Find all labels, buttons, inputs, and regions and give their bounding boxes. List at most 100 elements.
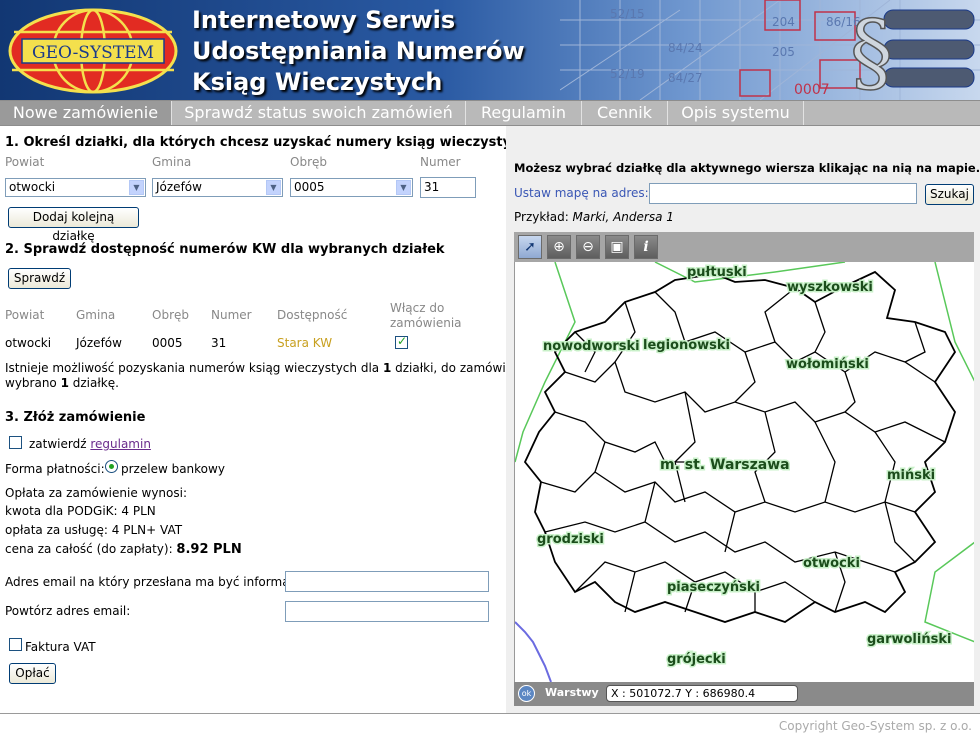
- regulations-link[interactable]: regulamin: [90, 437, 151, 451]
- accept-regulations-checkbox[interactable]: [9, 436, 22, 449]
- table-header-obreb: Obręb: [152, 308, 189, 322]
- table-header-dostepnosc: Dostępność: [277, 308, 348, 322]
- obreb-label: Obręb: [290, 155, 327, 169]
- map-label-warszawa: m. st. Warszawa: [660, 457, 790, 473]
- map-number-label: 0007: [794, 82, 830, 98]
- map-label-nowodworski: nowodworski: [543, 339, 640, 354]
- info-icon[interactable]: i: [634, 235, 658, 259]
- nav-new-order[interactable]: Nowe zamówienie: [0, 101, 172, 125]
- map-number-label: 204: [772, 15, 795, 29]
- section3-title: 3. Złóż zamówienie: [5, 410, 146, 425]
- section2-title: 2. Sprawdź dostępność numerów KW dla wyb…: [5, 242, 445, 257]
- include-in-order-checkbox[interactable]: [395, 334, 408, 349]
- gmina-select-value: Józefów: [156, 180, 202, 194]
- email-input[interactable]: [285, 571, 489, 592]
- zoom-extent-icon[interactable]: ▣: [605, 235, 629, 259]
- map-label-legionowski: legionowski: [643, 338, 730, 353]
- pointer-icon[interactable]: ➚: [518, 235, 542, 259]
- svg-text:§: §: [850, 3, 893, 100]
- map-label-piaseczynski: piaseczyński: [667, 580, 760, 595]
- gmina-select[interactable]: Józefów ▼: [152, 178, 283, 197]
- table-header-gmina: Gmina: [76, 308, 116, 322]
- map-view[interactable]: pułtuski wyszkowski nowodworski legionow…: [514, 262, 974, 682]
- site-title-line: Udostępniania Numerów: [192, 37, 525, 65]
- site-title-line: Internetowy Serwis: [192, 6, 456, 34]
- chevron-down-icon[interactable]: ▼: [266, 180, 281, 195]
- table-header-include: Włącz do zamówienia: [390, 301, 462, 330]
- info-text: Istnieje możliwość pozyskania numerów ks…: [5, 361, 383, 375]
- map-label-wyszkowski: wyszkowski: [787, 280, 873, 295]
- map-label-grojecki: grójecki: [667, 652, 726, 667]
- main-nav: Nowe zamówienie Sprawdź status swoich za…: [0, 100, 980, 126]
- row-powiat: otwocki: [5, 336, 52, 350]
- map-toolbar: ➚ ⊕ ⊖ ▣ i: [514, 232, 974, 262]
- map-label-grodziski: grodziski: [537, 532, 604, 547]
- add-parcel-button[interactable]: Dodaj kolejną działkę: [8, 207, 139, 243]
- total-value: 8.92 PLN: [176, 542, 242, 557]
- layers-button[interactable]: Warstwy: [545, 686, 599, 699]
- obreb-select[interactable]: 0005 ▼: [290, 178, 413, 197]
- header: 204 205 84/24 84/27 52/15 52/19 86/16 00…: [0, 0, 980, 100]
- accept-prefix: zatwierdź: [29, 437, 91, 451]
- email-repeat-input[interactable]: [285, 601, 489, 622]
- table-header-numer: Numer: [211, 308, 252, 322]
- paragraph-sign-icon: §: [849, 2, 975, 100]
- site-title: Internetowy Serwis Udostępniania Numerów…: [192, 5, 525, 98]
- accept-regulations-label: zatwierdź regulamin: [29, 437, 151, 451]
- map-status-bar: ok Warstwy X : 501072.7 Y : 686980.4: [514, 682, 974, 706]
- chevron-down-icon[interactable]: ▼: [129, 180, 144, 195]
- total-label: cena za całość (do zapłaty):: [5, 542, 177, 556]
- nav-regulations[interactable]: Regulamin: [466, 101, 582, 125]
- example-text: Przykład: Marki, Andersa 1: [514, 210, 674, 224]
- map-label-garwolinski: garwoliński: [867, 632, 951, 647]
- fee-title: Opłata za zamówienie wynosi:: [5, 486, 188, 500]
- pay-button[interactable]: Opłać: [9, 663, 56, 684]
- example-value: Marki, Andersa 1: [572, 210, 674, 224]
- fee-podgik: kwota dla PODGiK: 4 PLN: [5, 504, 156, 518]
- total-price: cena za całość (do zapłaty): 8.92 PLN: [5, 542, 242, 557]
- powiat-label: Powiat: [5, 155, 45, 169]
- map-hint: Możesz wybrać działkę dla aktywnego wier…: [514, 161, 980, 175]
- payment-form-label: Forma płatności:: [5, 462, 105, 476]
- email-label: Adres email na który przesłana ma być in…: [5, 575, 311, 589]
- info-text: działkę.: [68, 376, 119, 390]
- zoom-in-icon[interactable]: ⊕: [547, 235, 571, 259]
- obreb-select-value: 0005: [294, 180, 325, 194]
- email-repeat-label: Powtórz adres email:: [5, 604, 131, 618]
- fee-service: opłata za usługę: 4 PLN+ VAT: [5, 523, 183, 537]
- address-input[interactable]: [649, 183, 917, 204]
- bank-transfer-radio[interactable]: [105, 460, 118, 473]
- district-map[interactable]: pułtuski wyszkowski nowodworski legionow…: [515, 262, 974, 682]
- map-label-pultuski: pułtuski: [687, 265, 747, 280]
- map-number-label: 52/15: [610, 7, 645, 21]
- row-gmina: Józefów: [76, 336, 122, 350]
- map-number-label: 84/24: [668, 41, 703, 55]
- nav-price-list[interactable]: Cennik: [582, 101, 668, 125]
- example-prefix: Przykład:: [514, 210, 573, 224]
- numer-input[interactable]: 31: [420, 177, 476, 198]
- check-availability-button[interactable]: Sprawdź: [8, 268, 71, 289]
- search-button[interactable]: Szukaj: [925, 184, 974, 205]
- vat-invoice-checkbox[interactable]: [9, 638, 22, 651]
- bank-transfer-label: przelew bankowy: [121, 462, 225, 476]
- info-count: 1: [60, 376, 69, 390]
- geo-system-logo: GEO-SYSTEM: [8, 8, 178, 94]
- availability-info: Istnieje możliwość pozyskania numerów ks…: [5, 361, 531, 391]
- ok-icon[interactable]: ok: [518, 685, 535, 702]
- map-number-label: 84/27: [668, 71, 703, 85]
- nav-order-status[interactable]: Sprawdź status swoich zamówień: [172, 101, 466, 125]
- row-obreb: 0005: [152, 336, 183, 350]
- section1-title: 1. Określ działki, dla których chcesz uz…: [5, 135, 529, 150]
- map-number-label: 205: [772, 45, 795, 59]
- chevron-down-icon[interactable]: ▼: [396, 180, 411, 195]
- footer-divider: [0, 713, 980, 714]
- numer-label: Numer: [420, 155, 461, 169]
- logo-text: GEO-SYSTEM: [32, 43, 154, 63]
- map-label-otwocki: otwocki: [803, 556, 860, 571]
- zoom-out-icon[interactable]: ⊖: [576, 235, 600, 259]
- table-header-powiat: Powiat: [5, 308, 45, 322]
- nav-system-description[interactable]: Opis systemu: [668, 101, 804, 125]
- row-dostepnosc: Stara KW: [277, 336, 333, 350]
- powiat-select[interactable]: otwocki ▼: [5, 178, 146, 197]
- row-numer: 31: [211, 336, 227, 350]
